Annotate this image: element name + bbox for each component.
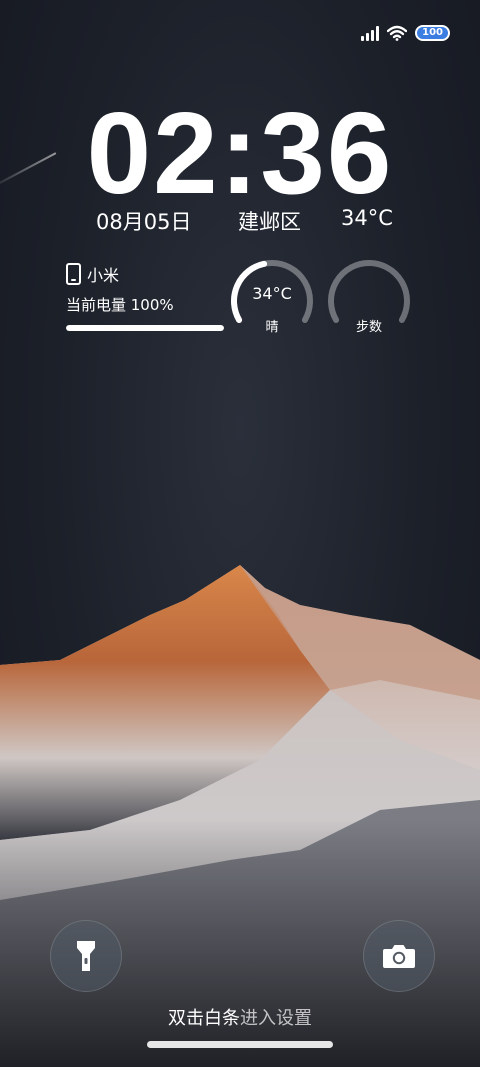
battery-progress-bar (66, 325, 224, 331)
device-battery-widget[interactable]: 小米 当前电量 100% (66, 262, 226, 331)
location-label: 建邺区 (238, 210, 301, 234)
flashlight-button[interactable] (50, 920, 122, 992)
camera-button[interactable] (363, 920, 435, 992)
weather-condition: 晴 (265, 320, 279, 335)
hint-part1: 双击白条 (168, 1008, 240, 1029)
flashlight-icon (77, 941, 95, 971)
lock-clock: 02:36 (86, 88, 394, 218)
battery-icon: 100 (415, 25, 450, 41)
signal-icon (361, 25, 380, 41)
phone-icon (66, 263, 81, 285)
camera-icon (383, 945, 415, 968)
battery-status-text: 当前电量 100% (66, 296, 174, 314)
wifi-icon (387, 25, 408, 41)
settings-hint: 双击白条进入设置 (0, 1004, 480, 1030)
hint-part2: 进入设置 (240, 1008, 312, 1029)
steps-label: 步数 (355, 320, 382, 335)
home-indicator-bar[interactable] (147, 1041, 333, 1048)
battery-progress-fill (66, 325, 224, 331)
steps-widget[interactable]: 步数 (326, 258, 416, 338)
date-label: 08月05日 (96, 210, 192, 234)
weather-widget[interactable]: 34°C 晴 (229, 258, 319, 338)
status-bar: 100 (361, 25, 450, 41)
device-name: 小米 (87, 266, 120, 285)
weather-temp: 34°C (252, 284, 292, 303)
temperature-label: 34°C (341, 206, 393, 230)
